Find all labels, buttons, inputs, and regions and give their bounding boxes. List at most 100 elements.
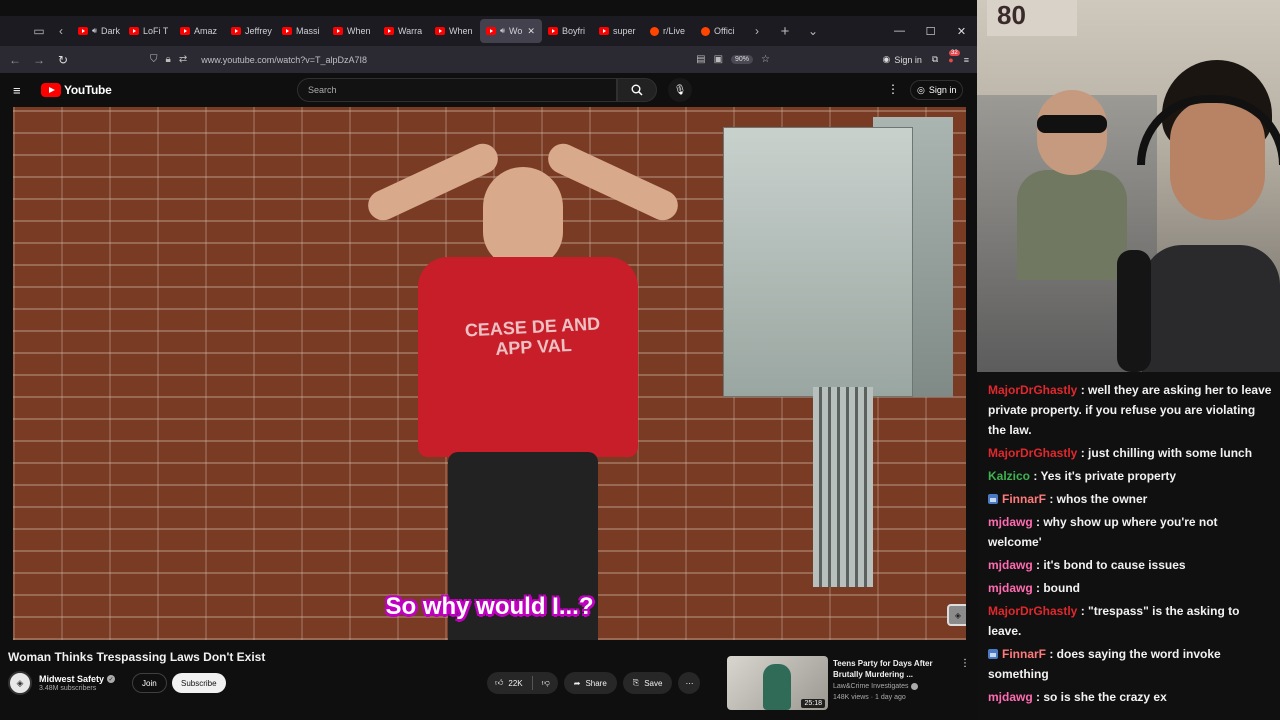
extensions-icon[interactable]: ⧉ [932, 54, 938, 65]
recommended-more-icon[interactable]: ⋮ [960, 658, 970, 669]
wall-sign: 80 [987, 0, 1077, 36]
chat-separator: : [1046, 492, 1057, 506]
more-actions-icon[interactable]: ⋯ [678, 672, 701, 694]
chat-username[interactable]: mjdawg [988, 690, 1033, 704]
close-tab-icon[interactable]: ✕ [527, 26, 535, 37]
youtube-icon [78, 27, 88, 35]
chat-text: so is she the crazy ex [1043, 690, 1167, 704]
browser-tab[interactable]: Massi [276, 19, 327, 43]
chat-username[interactable]: FinnarF [1002, 647, 1046, 661]
minimize-icon[interactable]: — [884, 16, 915, 46]
lock-icon[interactable]: 🔒︎ [166, 54, 171, 65]
chat-text: it's bond to cause issues [1043, 558, 1186, 572]
browser-tab[interactable]: super [593, 19, 644, 43]
url-bar[interactable]: ⛉ 🔒︎ ⇄ www.youtube.com/watch?v=T_alpDzA7… [150, 49, 770, 70]
browser-tab[interactable]: 🔊︎ Dark S [72, 19, 123, 43]
channel-avatar[interactable]: ◈ [8, 671, 32, 695]
reader-view-icon[interactable]: ▤ [696, 54, 705, 65]
chat-message: FinnarF : does saying the word invoke so… [988, 644, 1272, 684]
browser-tab[interactable]: 🔊︎ Wo ✕ [480, 19, 542, 43]
recommended-thumbnail[interactable]: 25:18 [727, 656, 828, 710]
save-label: Save [644, 678, 663, 688]
speaker-icon[interactable]: 🔊︎ [92, 26, 97, 36]
chat-text: whos the owner [1056, 492, 1148, 506]
youtube-signin-button[interactable]: ◎ Sign in [910, 80, 964, 100]
browser-tab[interactable]: When [429, 19, 480, 43]
voice-search-mic-icon[interactable]: 🎙︎ [668, 78, 692, 102]
chat-username[interactable]: MajorDrGhastly [988, 383, 1077, 397]
youtube-icon [548, 27, 558, 35]
browser-tab-label: Jeffrey [245, 26, 272, 36]
app-menu-icon[interactable]: ≡ [964, 55, 969, 65]
tab-overview-icon[interactable]: ▭ [28, 20, 50, 42]
chat-username[interactable]: FinnarF [1002, 492, 1046, 506]
browser-tab[interactable]: LoFi T [123, 19, 174, 43]
scroll-tabs-left-icon[interactable]: ‹ [50, 20, 72, 42]
chat-username[interactable]: mjdawg [988, 581, 1033, 595]
chat-username[interactable]: mjdawg [988, 515, 1033, 529]
browser-window: ▭ ‹ 🔊︎ Dark S LoFi T Amaz Jeffrey Massi When Wa… [0, 0, 977, 720]
chat-username[interactable]: MajorDrGhastly [988, 446, 1077, 460]
chat-username[interactable]: Kalzico [988, 469, 1030, 483]
recommended-channel[interactable]: Law&Crime Investigates [833, 683, 919, 690]
chat-message: mjdawg : so is she the crazy ex [988, 687, 1272, 707]
bookmark-star-icon[interactable]: ☆ [761, 54, 770, 65]
like-dislike-pill: 👍︎ 22K 👎︎ [487, 672, 558, 694]
browser-tab[interactable]: When [327, 19, 378, 43]
browser-tab[interactable]: Boyfri [542, 19, 593, 43]
scroll-tabs-right-icon[interactable]: › [746, 20, 768, 42]
subscriber-badge-icon [988, 494, 998, 504]
zoom-level[interactable]: 90% [731, 55, 754, 64]
thumbs-down-icon[interactable]: 👎︎ [542, 678, 550, 688]
reload-icon[interactable]: ↻ [51, 48, 75, 72]
tab-list: 🔊︎ Dark S LoFi T Amaz Jeffrey Massi When Warra W… [72, 19, 746, 43]
share-button[interactable]: ➦ Share [563, 672, 617, 694]
browser-tab-label: Boyfri [562, 26, 586, 36]
new-tab-icon[interactable]: + [774, 20, 796, 42]
settings-more-icon[interactable]: ⋮ [887, 82, 899, 96]
browser-tab[interactable]: Amaz [174, 19, 225, 43]
screenshot-icon[interactable]: ▣ [714, 54, 723, 65]
recommended-video[interactable]: 25:18 Teens Party for Days After Brutall… [727, 656, 977, 710]
video-actions: 👍︎ 22K 👎︎ ➦ Share ⎘ Save ⋯ [487, 672, 701, 694]
browser-tab[interactable]: Jeffrey [225, 19, 276, 43]
list-tabs-icon[interactable]: ⌄ [802, 20, 824, 42]
chat-username[interactable]: mjdawg [988, 558, 1033, 572]
chat-message: MajorDrGhastly : just chilling with some… [988, 443, 1272, 463]
video-player[interactable]: CEASE DE AND APP VAL So why would I...? … [13, 107, 966, 640]
url-text[interactable]: www.youtube.com/watch?v=T_alpDzA7I8 [201, 55, 367, 65]
search-input[interactable] [297, 78, 617, 102]
navigation-bar: ← → ↻ ⛉ 🔒︎ ⇄ www.youtube.com/watch?v=T_a… [0, 46, 977, 73]
chat-separator: : [1032, 581, 1044, 595]
search-icon [631, 84, 643, 96]
chat-username[interactable]: MajorDrGhastly [988, 604, 1077, 618]
subscribe-button[interactable]: Subscribe [172, 673, 226, 693]
browser-tab[interactable]: Warra [378, 19, 429, 43]
forward-icon[interactable]: → [27, 48, 51, 72]
subscriber-count: 3.48M subscribers [39, 685, 97, 692]
speaker-icon[interactable]: 🔊︎ [500, 26, 505, 36]
recommended-title[interactable]: Teens Party for Days After Brutally Murd… [833, 658, 943, 680]
save-button[interactable]: ⎘ Save [622, 672, 673, 694]
close-window-icon[interactable]: ✕ [946, 16, 977, 46]
toolbar-right: ◉ Sign in ⧉ ● 32 ≡ [882, 46, 969, 73]
channel-name-text[interactable]: Midwest Safety [39, 674, 104, 684]
search-button[interactable] [617, 78, 657, 102]
permissions-icon[interactable]: ⇄ [179, 54, 187, 65]
hamburger-menu-icon[interactable]: ≡ [13, 83, 21, 98]
youtube-logo[interactable]: YouTube [41, 83, 112, 97]
join-button[interactable]: Join [132, 673, 167, 693]
shield-icon[interactable]: ⛉ [150, 54, 158, 65]
youtube-icon [333, 27, 343, 35]
back-icon[interactable]: ← [3, 48, 27, 72]
channel-watermark-icon[interactable]: ◈ [947, 604, 966, 626]
channel-name[interactable]: Midwest Safety ✓ [39, 674, 116, 684]
chat-text: just chilling with some lunch [1088, 446, 1253, 460]
browser-tab[interactable]: Offici [695, 19, 746, 43]
chat-message: MajorDrGhastly : well they are asking he… [988, 380, 1272, 440]
account-signin-button[interactable]: ◉ Sign in [882, 54, 921, 65]
like-button[interactable]: 👍︎ 22K [495, 678, 523, 688]
browser-tab[interactable]: r/Live [644, 19, 695, 43]
extension-notification-icon[interactable]: ● 32 [948, 49, 960, 65]
maximize-icon[interactable]: ☐ [915, 16, 946, 46]
